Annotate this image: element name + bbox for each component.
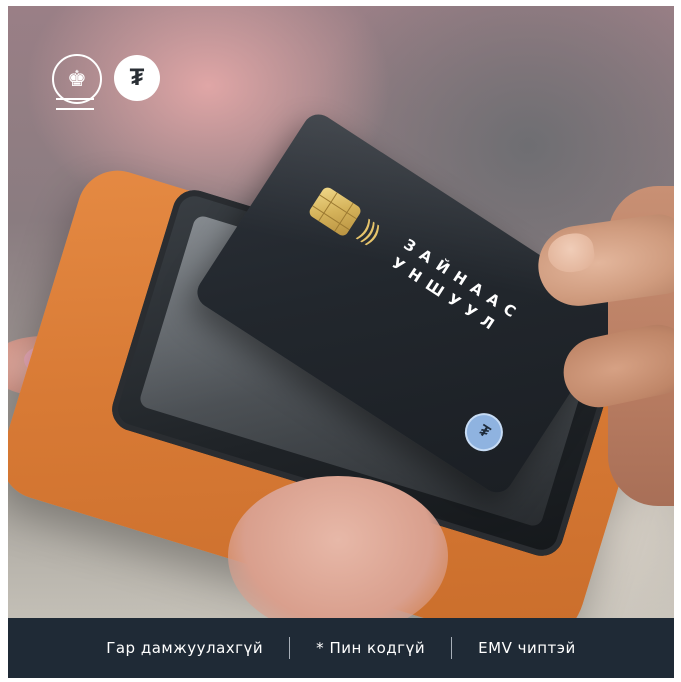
feature-no-handover: Гар дамжуулахгүй (106, 639, 264, 657)
feature-emv-chip: EMV чиптэй (478, 639, 576, 657)
separator (451, 637, 453, 659)
feature-no-pin: * Пин кодгүй (316, 639, 426, 657)
promo-photo: ))) ЗАЙНААС УНШУУЛ ₮ ♚ ₮ (8, 6, 674, 618)
ad-canvas: ))) ЗАЙНААС УНШУУЛ ₮ ♚ ₮ Гар дамжуулахгү… (0, 0, 681, 682)
separator (289, 637, 291, 659)
emblem-base (56, 98, 94, 110)
feature-banner: Гар дамжуулахгүй * Пин кодгүй EMV чиптэй (8, 618, 674, 678)
state-emblem-icon: ♚ (52, 54, 102, 104)
bank-brand-icon: ₮ (114, 55, 160, 101)
